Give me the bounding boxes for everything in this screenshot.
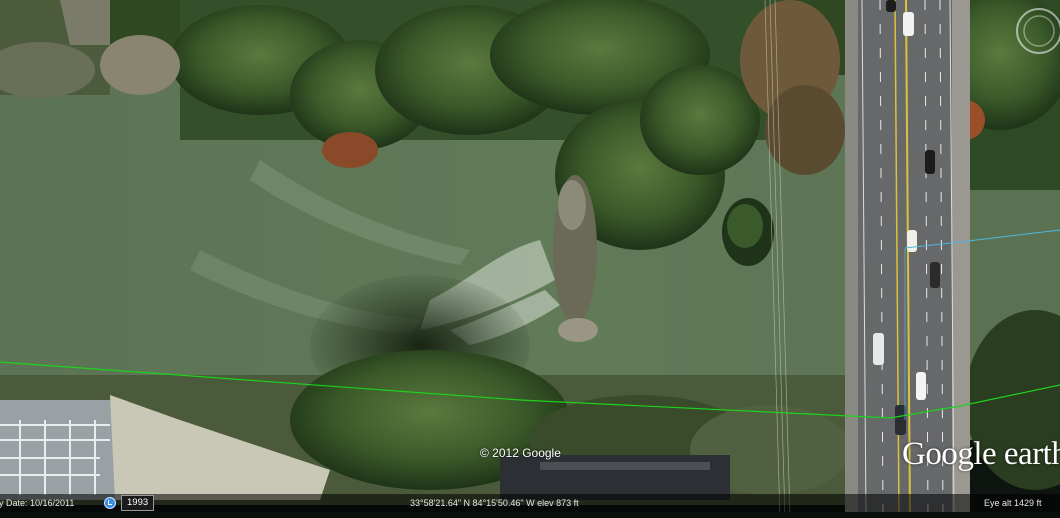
- copyright-notice: © 2012 Google: [480, 446, 561, 460]
- google-earth-logo: Google earth: [902, 436, 1060, 472]
- satellite-imagery[interactable]: [0, 0, 1060, 518]
- compass-ring-icon[interactable]: [1014, 6, 1060, 56]
- river-island: [722, 198, 774, 266]
- clock-history-icon[interactable]: [104, 497, 116, 509]
- window-bottom-edge: [0, 512, 1060, 518]
- status-bar: ry Date: 10/16/2011 1993 33°58'21.64" N …: [0, 494, 1060, 512]
- map-viewport[interactable]: © 2012 Google Google earth ry Date: 10/1…: [0, 0, 1060, 518]
- historical-imagery-year-button[interactable]: 1993: [121, 495, 155, 511]
- imagery-date: ry Date: 10/16/2011: [0, 498, 75, 508]
- pointer-coordinates: 33°58'21.64" N 84°15'50.46" W elev 873 f…: [410, 498, 579, 508]
- eye-altitude: Eye alt 1429 ft: [984, 498, 1042, 508]
